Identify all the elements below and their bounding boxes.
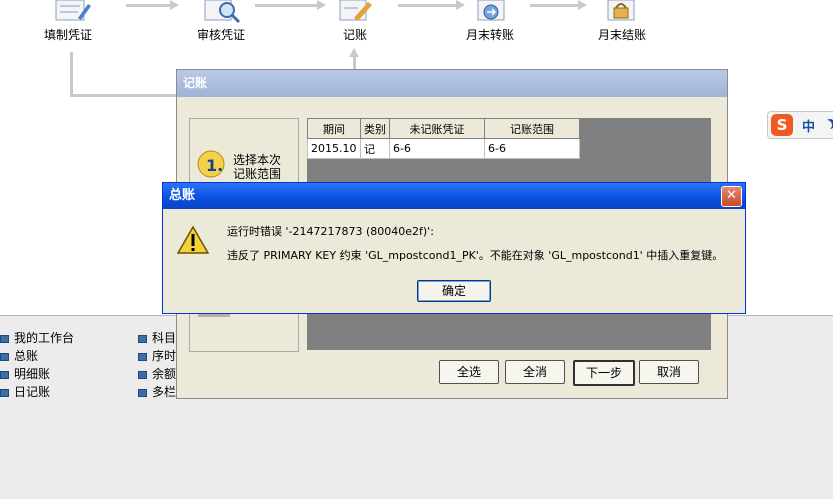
table-row[interactable]: 2015.10 记 6-6 6-6 (307, 138, 580, 159)
select-all-button[interactable]: 全选 (439, 360, 499, 384)
cell-category[interactable]: 记 (360, 138, 390, 159)
menu-item-label: 序时 (152, 349, 177, 363)
post-ledger-icon[interactable] (334, 0, 378, 24)
ime-moon-icon[interactable] (822, 120, 832, 130)
menu-item-chronological[interactable]: 序时 (138, 347, 176, 364)
cancel-button[interactable]: 取消 (639, 360, 699, 384)
clear-all-button[interactable]: 全消 (505, 360, 565, 384)
svg-text:1.: 1. (206, 156, 223, 175)
workflow-label-fill-voucher[interactable]: 填制凭证 (44, 26, 92, 43)
wizard-step-label: 选择本次 记账范围 (233, 153, 281, 181)
workflow-arrow (126, 4, 172, 7)
column-header-period[interactable]: 期间 (307, 118, 361, 139)
table-header-row: 期间 类别 未记账凭证 记账范围 (307, 118, 580, 139)
workflow-label-month-end-transfer[interactable]: 月末转账 (466, 26, 514, 43)
month-end-close-icon[interactable] (600, 0, 644, 24)
menu-bullet-icon (0, 352, 9, 361)
error-dialog-title[interactable]: 总账 (163, 183, 745, 209)
menu-bullet-icon (0, 334, 9, 343)
column-header-category[interactable]: 类别 (360, 118, 390, 139)
ime-mode-label[interactable]: 中 (802, 116, 815, 135)
wizard-step-label-line1: 选择本次 (233, 153, 282, 167)
menu-item-detail-ledger[interactable]: 明细账 (0, 365, 50, 382)
menu-item-workbench[interactable]: 我的工作台 (0, 329, 74, 346)
workflow-arrowhead (317, 0, 326, 10)
audit-voucher-icon[interactable] (199, 0, 243, 24)
wizard-step-label-line2: 记账范围 (233, 167, 282, 181)
menu-item-label: 余额 (152, 367, 177, 381)
warning-icon (176, 225, 210, 255)
workflow-arrow (255, 4, 319, 7)
cell-unposted[interactable]: 6-6 (389, 138, 485, 159)
cell-period[interactable]: 2015.10 (307, 138, 361, 159)
workflow-arrow (530, 4, 580, 7)
menu-item-label: 日记账 (14, 385, 51, 399)
workflow-arrowhead (170, 0, 179, 10)
menu-bullet-icon (138, 352, 147, 361)
error-message-line1: 运行时错误 '-2147217873 (80040e2f)': (227, 225, 434, 238)
workflow-connector (70, 94, 178, 97)
menu-item-label: 明细账 (14, 367, 51, 381)
cell-range[interactable]: 6-6 (484, 138, 580, 159)
workflow-label-post-ledger[interactable]: 记账 (343, 26, 367, 43)
workflow-arrowhead (578, 0, 587, 10)
menu-bullet-icon (0, 388, 9, 397)
menu-bullet-icon (0, 370, 9, 379)
menu-item-general-ledger[interactable]: 总账 (0, 347, 38, 364)
menu-item-label: 多栏 (152, 385, 177, 399)
ime-toolbar[interactable]: S 中 (767, 111, 833, 139)
workflow-label-month-end-close[interactable]: 月末结账 (598, 26, 646, 43)
close-icon[interactable]: ✕ (721, 186, 742, 207)
menu-item-label: 总账 (14, 349, 39, 363)
workflow-arrowhead (349, 48, 359, 57)
workflow-label-audit-voucher[interactable]: 审核凭证 (197, 26, 245, 43)
posting-range-table: 期间 类别 未记账凭证 记账范围 2015.10 记 6-6 6-6 (307, 118, 580, 159)
column-header-unposted[interactable]: 未记账凭证 (389, 118, 485, 139)
column-header-range[interactable]: 记账范围 (484, 118, 580, 139)
menu-item-multi-column[interactable]: 多栏 (138, 383, 176, 400)
error-dialog: 总账 ✕ 运行时错误 '-2147217873 (80040e2f)': 违反了… (162, 182, 746, 314)
menu-bullet-icon (138, 334, 147, 343)
next-step-button[interactable]: 下一步 (573, 360, 635, 386)
error-message-line2: 违反了 PRIMARY KEY 约束 'GL_mpostcond1_PK'。不能… (227, 249, 724, 262)
menu-bullet-icon (138, 388, 147, 397)
post-ledger-window-title[interactable]: 记账 (177, 70, 727, 97)
ok-button[interactable]: 确定 (417, 280, 491, 302)
step-one-icon: 1. (196, 149, 226, 179)
workflow-connector (70, 52, 73, 96)
menu-bullet-icon (138, 370, 147, 379)
menu-item-label: 我的工作台 (14, 331, 75, 345)
menu-item-label: 科目 (152, 331, 177, 345)
workflow-connector (353, 56, 356, 70)
month-end-transfer-icon[interactable] (470, 0, 514, 24)
workflow-arrow (398, 4, 458, 7)
menu-item-account[interactable]: 科目 (138, 329, 176, 346)
workflow-arrowhead (456, 0, 465, 10)
fill-voucher-icon[interactable] (48, 0, 92, 24)
ime-logo-icon: S (771, 114, 793, 136)
menu-item-balance[interactable]: 余额 (138, 365, 176, 382)
menu-item-journal[interactable]: 日记账 (0, 383, 50, 400)
